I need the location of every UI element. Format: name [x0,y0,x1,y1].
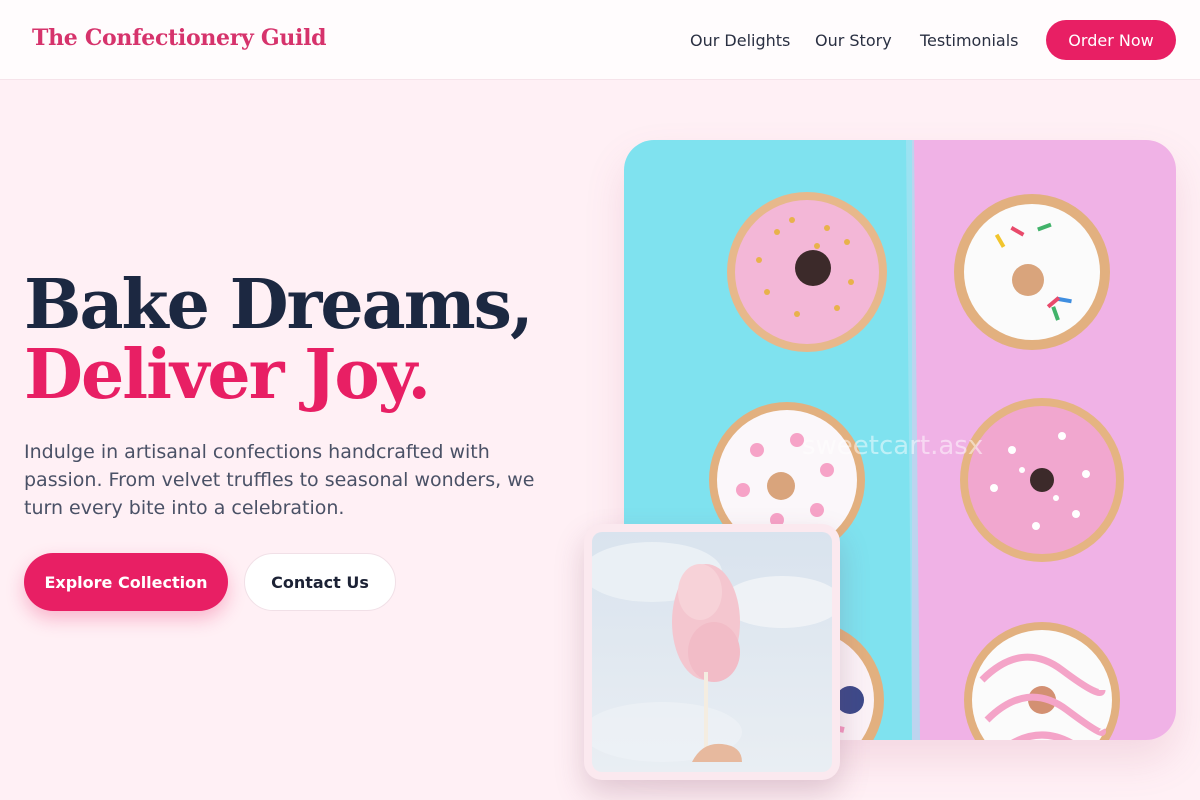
cotton-candy-image [592,532,832,772]
explore-collection-button[interactable]: Explore Collection [24,553,228,611]
hero-title: Bake Dreams, Deliver Joy. [24,265,534,415]
nav-link-our-story[interactable]: Our Story [815,31,892,50]
nav-link-testimonials[interactable]: Testimonials [920,31,1019,50]
cotton-candy-card [584,524,840,780]
hero-description: Indulge in artisanal confections handcra… [24,441,535,519]
donut-pink-gold [727,192,887,352]
contact-us-button[interactable]: Contact Us [244,553,396,611]
brand-logo[interactable]: The Confectionery Guild [32,25,327,51]
hero-title-line-1: Bake Dreams, [24,265,534,345]
donut-pink-coconut [960,398,1124,562]
nav-link-our-delights[interactable]: Our Delights [690,31,790,50]
order-now-button[interactable]: Order Now [1046,20,1176,60]
site-header: The Confectionery Guild Our Delights Our… [0,0,1200,80]
donut-white-rainbow [954,194,1110,350]
watermark-text: sweetcart.asx [802,431,983,461]
hero-title-line-2: Deliver Joy. [24,335,431,415]
